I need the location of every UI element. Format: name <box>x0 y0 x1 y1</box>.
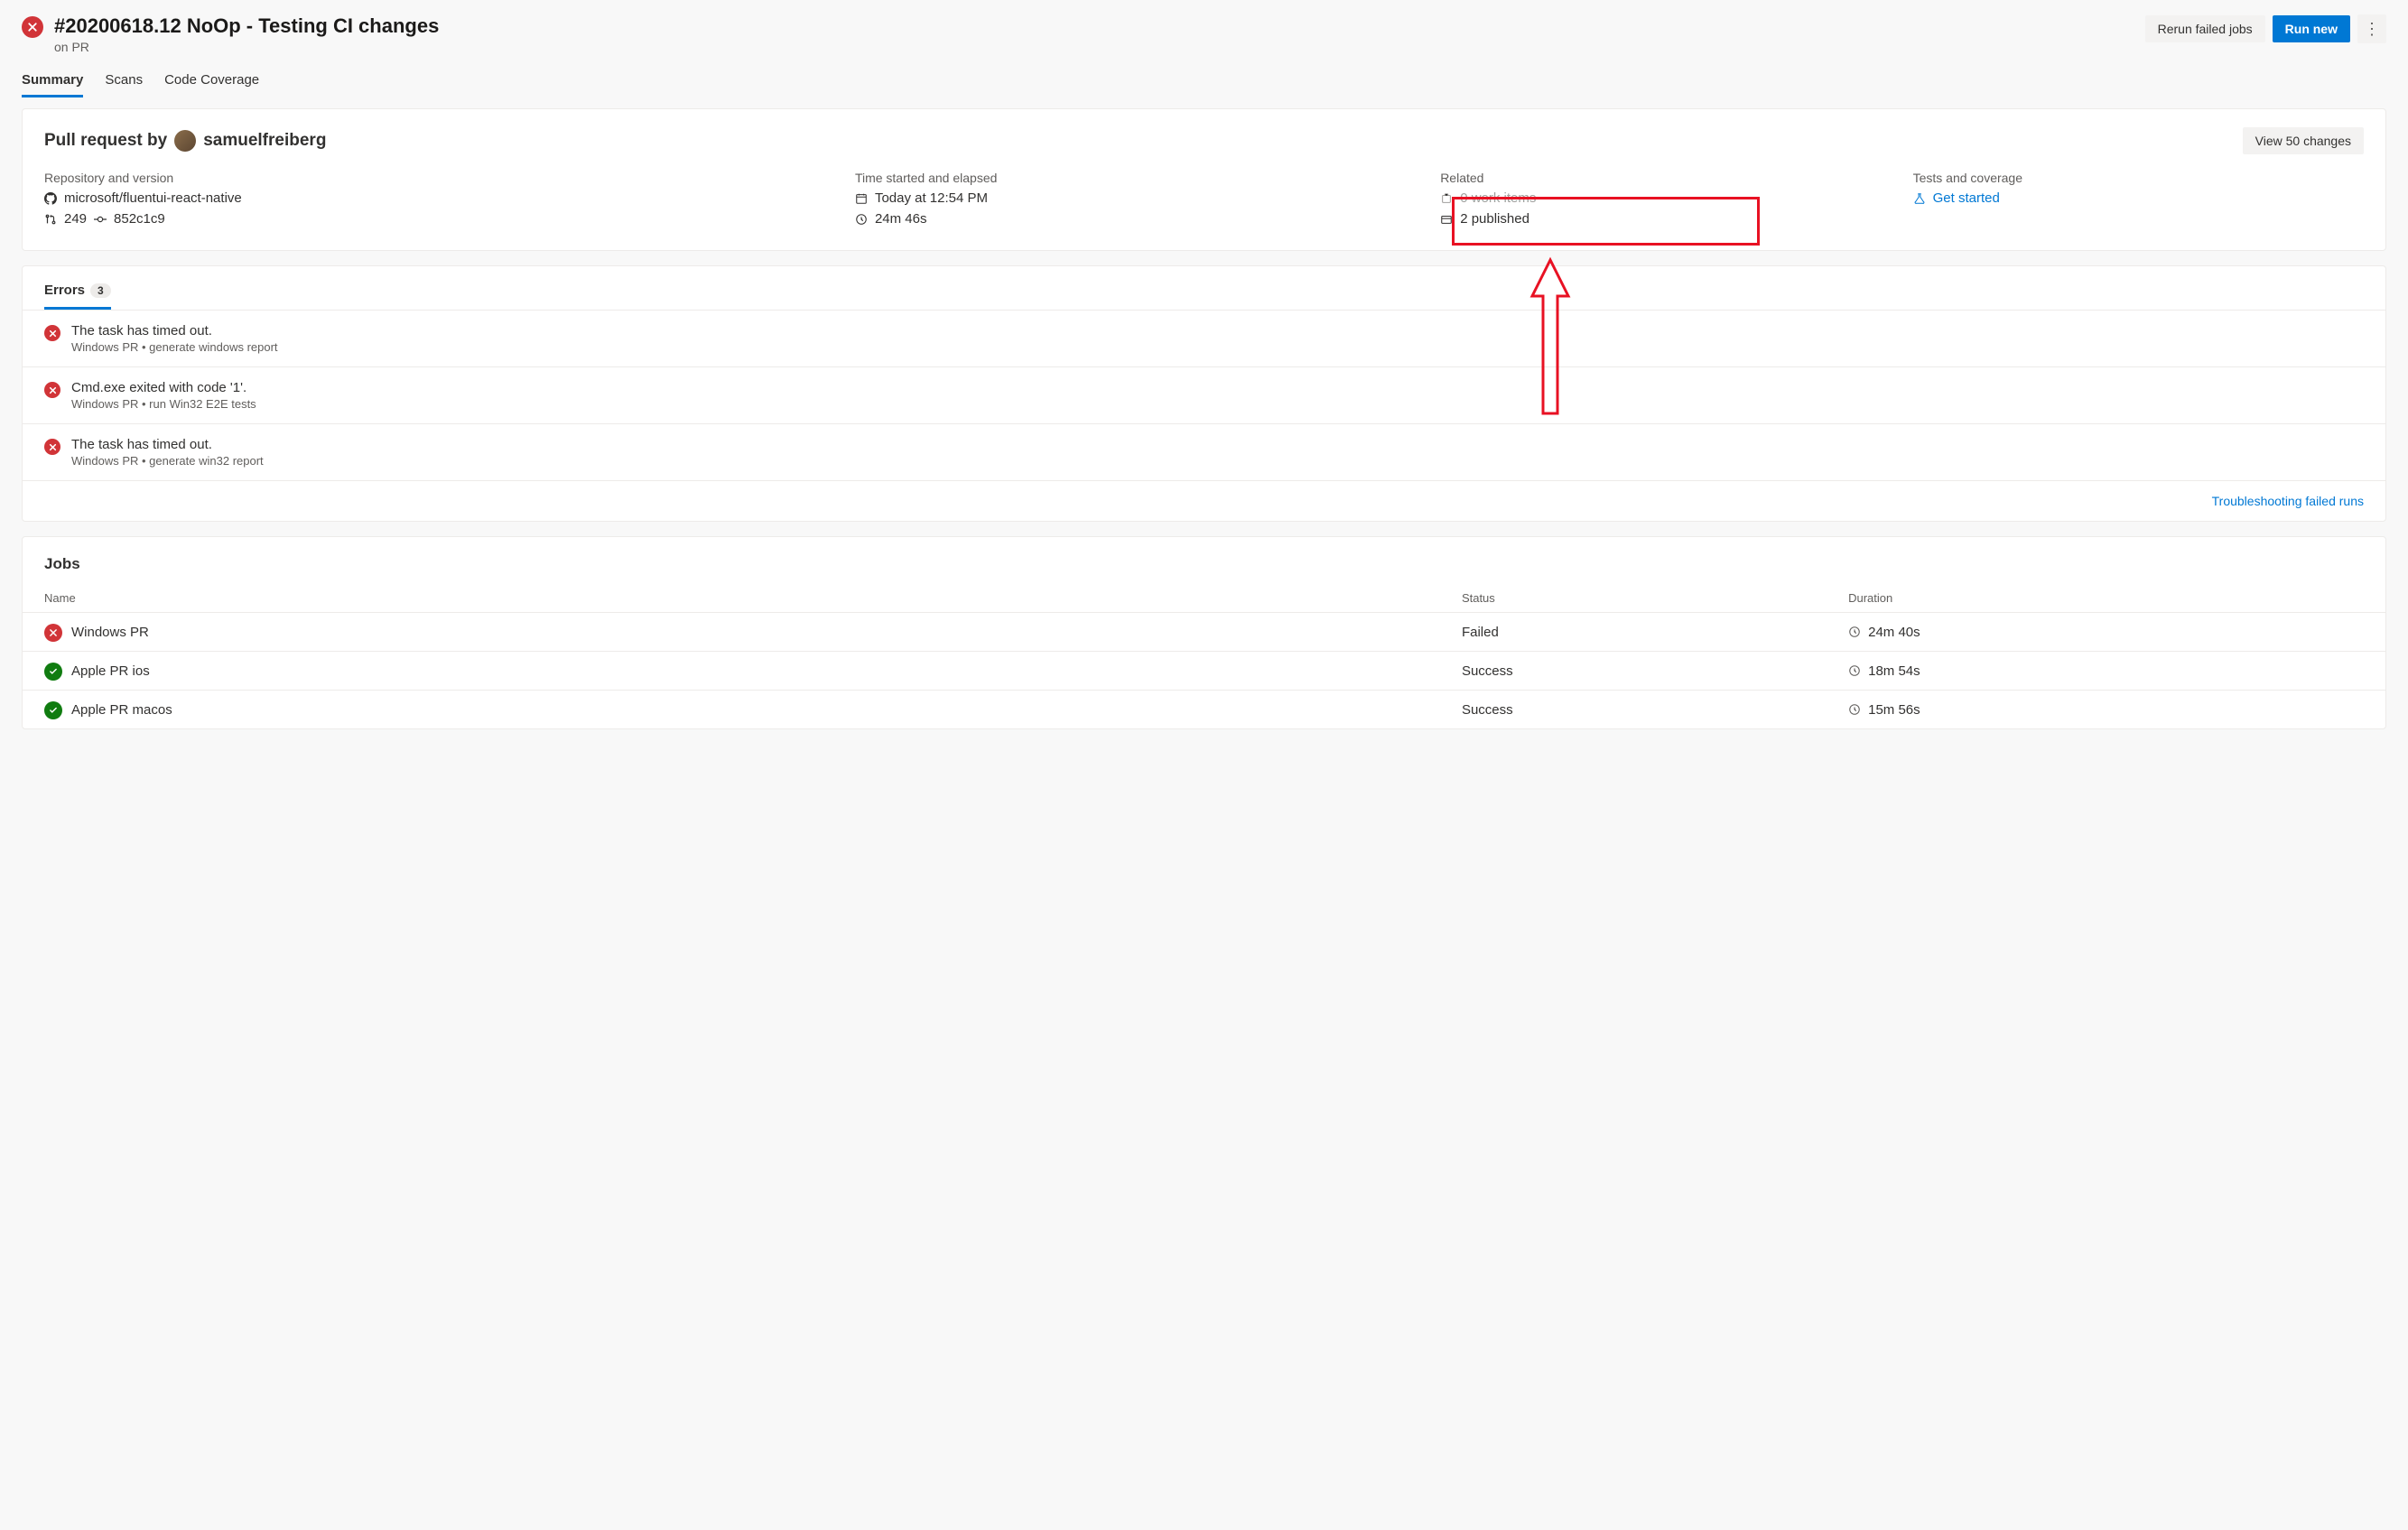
time-label: Time started and elapsed <box>855 171 1418 185</box>
vertical-dots-icon <box>2364 20 2380 39</box>
time-started: Today at 12:54 PM <box>875 190 988 206</box>
calendar-icon <box>855 192 868 205</box>
clock-icon <box>855 213 868 226</box>
job-status-icon <box>44 701 62 719</box>
github-icon <box>44 192 57 205</box>
avatar <box>174 130 196 152</box>
more-actions-button[interactable] <box>2357 14 2386 43</box>
run-new-button[interactable]: Run new <box>2273 15 2350 42</box>
commit-icon <box>94 213 107 226</box>
error-row[interactable]: The task has timed out. Windows PR • gen… <box>23 423 2385 480</box>
job-status-icon <box>44 663 62 681</box>
rerun-failed-button[interactable]: Rerun failed jobs <box>2145 15 2265 42</box>
tests-label: Tests and coverage <box>1913 171 2364 185</box>
tab-summary[interactable]: Summary <box>22 65 83 97</box>
errors-tab[interactable]: Errors 3 <box>44 283 111 310</box>
pr-author-name: samuelfreiberg <box>203 131 326 151</box>
job-row[interactable]: Apple PR macos Success 15m 56s <box>23 690 2385 728</box>
related-label: Related <box>1440 171 1891 185</box>
pull-request-icon <box>44 213 57 226</box>
job-row[interactable]: Apple PR ios Success 18m 54s <box>23 651 2385 690</box>
error-path: Windows PR • generate win32 report <box>71 454 264 468</box>
main-tabs: Summary Scans Code Coverage <box>22 65 2386 97</box>
time-elapsed: 24m 46s <box>875 211 927 227</box>
errors-card: Errors 3 The task has timed out. Windows… <box>22 265 2386 522</box>
jobs-card: Jobs Name Status Duration Windows PR Fai… <box>22 536 2386 729</box>
pr-number[interactable]: 249 <box>64 211 87 227</box>
error-status-icon <box>44 382 60 398</box>
errors-count-badge: 3 <box>90 283 111 298</box>
work-item-icon <box>1440 192 1453 205</box>
commit-hash[interactable]: 852c1c9 <box>114 211 165 227</box>
repo-name[interactable]: microsoft/fluentui-react-native <box>64 190 242 206</box>
error-path: Windows PR • generate windows report <box>71 340 278 354</box>
errors-tab-label: Errors <box>44 283 85 298</box>
job-name-text: Apple PR macos <box>71 702 172 718</box>
col-header-duration: Duration <box>1848 591 2364 605</box>
col-header-name: Name <box>44 591 1462 605</box>
error-message: Cmd.exe exited with code '1'. <box>71 380 256 395</box>
page-subtitle: on PR <box>54 40 439 54</box>
job-status-text: Success <box>1462 702 1848 718</box>
view-changes-button[interactable]: View 50 changes <box>2243 127 2364 154</box>
job-duration-text: 18m 54s <box>1868 663 1920 679</box>
troubleshoot-link[interactable]: Troubleshooting failed runs <box>2212 494 2364 508</box>
error-path: Windows PR • run Win32 E2E tests <box>71 397 256 411</box>
tab-scans[interactable]: Scans <box>105 65 143 97</box>
error-status-icon <box>44 439 60 455</box>
run-status-icon <box>22 16 43 38</box>
time-col: Time started and elapsed Today at 12:54 … <box>855 171 1418 232</box>
job-name-text: Windows PR <box>71 625 149 640</box>
job-duration-text: 15m 56s <box>1868 702 1920 718</box>
pr-author-title: Pull request by samuelfreiberg <box>44 130 326 152</box>
jobs-column-headers: Name Status Duration <box>23 584 2385 612</box>
repo-label: Repository and version <box>44 171 833 185</box>
error-row[interactable]: The task has timed out. Windows PR • gen… <box>23 310 2385 366</box>
error-message: The task has timed out. <box>71 323 278 338</box>
error-message: The task has timed out. <box>71 437 264 452</box>
related-col: Related 0 work items 2 published <box>1440 171 1891 232</box>
published-artifacts[interactable]: 2 published <box>1460 211 1529 227</box>
page-title: #20200618.12 NoOp - Testing CI changes <box>54 14 439 38</box>
clock-icon <box>1848 703 1861 716</box>
clock-icon <box>1848 626 1861 638</box>
pr-title-prefix: Pull request by <box>44 131 167 151</box>
repo-col: Repository and version microsoft/fluentu… <box>44 171 833 232</box>
clock-icon <box>1848 664 1861 677</box>
jobs-heading: Jobs <box>23 537 2385 584</box>
error-row[interactable]: Cmd.exe exited with code '1'. Windows PR… <box>23 366 2385 423</box>
col-header-status: Status <box>1462 591 1848 605</box>
job-status-text: Success <box>1462 663 1848 679</box>
flask-icon <box>1913 192 1926 205</box>
job-duration-text: 24m 40s <box>1868 625 1920 640</box>
work-items-count: 0 work items <box>1460 190 1536 206</box>
tests-col: Tests and coverage Get started <box>1913 171 2364 232</box>
tests-get-started-link[interactable]: Get started <box>1933 190 2000 206</box>
page-header: #20200618.12 NoOp - Testing CI changes o… <box>22 14 2386 54</box>
artifact-icon <box>1440 213 1453 226</box>
header-actions: Rerun failed jobs Run new <box>2145 14 2386 43</box>
pr-info-card: Pull request by samuelfreiberg View 50 c… <box>22 108 2386 251</box>
job-status-icon <box>44 624 62 642</box>
tab-code-coverage[interactable]: Code Coverage <box>164 65 259 97</box>
job-name-text: Apple PR ios <box>71 663 150 679</box>
job-status-text: Failed <box>1462 625 1848 640</box>
job-row[interactable]: Windows PR Failed 24m 40s <box>23 612 2385 651</box>
error-status-icon <box>44 325 60 341</box>
